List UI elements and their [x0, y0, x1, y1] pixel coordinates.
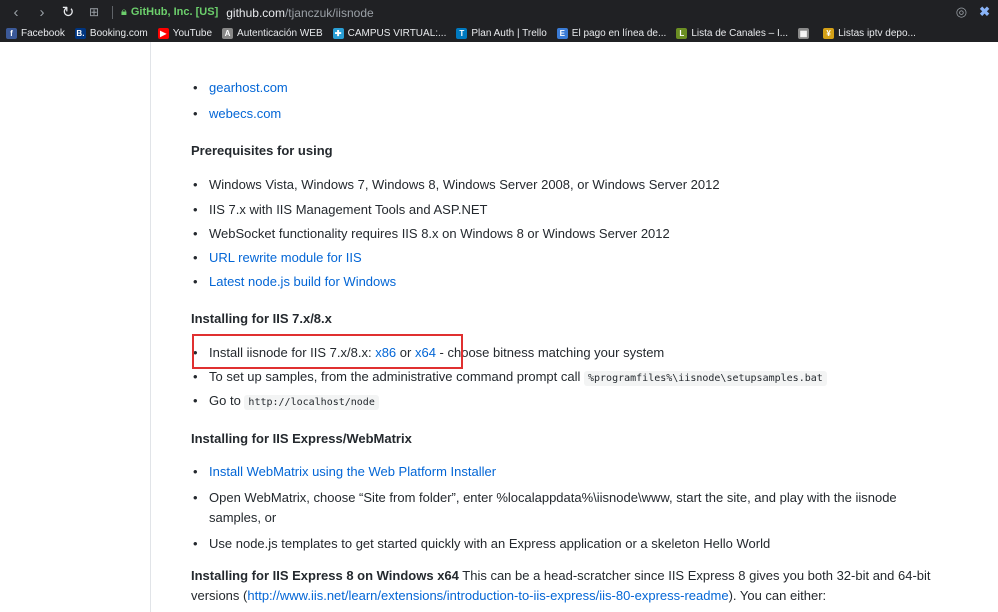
express-list-3: Use node.js templates to get started qui… — [187, 536, 770, 552]
url-path: /tjanczuk/iisnode — [284, 5, 374, 20]
host-link-gearhost[interactable]: gearhost.com — [209, 80, 288, 95]
booking-icon: B. — [74, 27, 86, 39]
express8-text2: ). You can either: — [728, 588, 827, 603]
bookmark-label: El pago en línea de... — [571, 27, 667, 39]
bookmark-item[interactable]: E El pago en línea de... — [556, 27, 667, 39]
prereq-list-4: URL rewrite module for IIS — [187, 250, 362, 266]
youtube-icon: ▶ — [157, 27, 169, 39]
bookmark-item[interactable]: B. Booking.com — [74, 27, 148, 39]
express8-bold: Installing for IIS Express 8 on Windows … — [191, 568, 459, 583]
bookmark-item[interactable]: L Lista de Canales – I... — [676, 27, 789, 39]
prereq-list-5: Latest node.js build for Windows — [187, 274, 396, 290]
back-icon[interactable]: ‹ — [6, 4, 26, 21]
setupsamples-code: %programfiles%\iisnode\setupsamples.bat — [583, 371, 827, 386]
bookmark-item[interactable]: ✚ CAMPUS VIRTUAL:... — [332, 27, 447, 39]
express8-paragraph: Installing for IIS Express 8 on Windows … — [191, 566, 971, 606]
webmatrix-text-line1: Open WebMatrix, choose “Site from folder… — [209, 490, 897, 505]
page-content: gearhost.com webecs.com Prerequisites fo… — [0, 42, 998, 612]
trello-icon: T — [456, 27, 468, 39]
nodejs-build-link[interactable]: Latest node.js build for Windows — [209, 274, 396, 289]
goto-text: Go to — [209, 393, 245, 408]
list-item: WebSocket functionality requires IIS 8.x… — [187, 226, 670, 242]
reload-icon[interactable]: ↻ — [58, 3, 78, 21]
express-list-2: Open WebMatrix, choose “Site from folder… — [187, 488, 897, 528]
prereq-list: Windows Vista, Windows 7, Windows 8, Win… — [187, 177, 720, 193]
iis-express-readme-link[interactable]: http://www.iis.net/learn/extensions/intr… — [247, 588, 728, 603]
folder-icon: ▦ — [798, 27, 810, 39]
list-item: IIS 7.x with IIS Management Tools and AS… — [187, 202, 487, 218]
install-suffix: - choose bitness matching your system — [435, 345, 665, 360]
bookmark-item[interactable]: T Plan Auth | Trello — [456, 27, 547, 39]
express-list: Install WebMatrix using the Web Platform… — [187, 464, 496, 480]
list-item: To set up samples, from the administrati… — [187, 369, 827, 387]
ev-certificate-label[interactable]: GitHub, Inc. [US] — [131, 6, 218, 18]
address-bar[interactable]: github.com/tjanczuk/iisnode — [226, 5, 373, 20]
forward-icon[interactable]: › — [32, 4, 52, 21]
list-item: URL rewrite module for IIS — [187, 250, 362, 266]
prereq-list-3: WebSocket functionality requires IIS 8.x… — [187, 226, 670, 242]
toolbar-divider — [112, 5, 113, 19]
hosts-list: gearhost.com — [187, 80, 288, 96]
list-item: webecs.com — [187, 106, 281, 122]
install-list-3: Go to http://localhost/node — [187, 393, 379, 411]
campus-icon: ✚ — [332, 27, 344, 39]
host-link-webecs[interactable]: webecs.com — [209, 106, 281, 121]
payment-icon: E — [556, 27, 568, 39]
heading-installing-iis: Installing for IIS 7.x/8.x — [191, 311, 332, 326]
bookmark-label: Plan Auth | Trello — [471, 27, 547, 39]
facebook-icon: f — [6, 27, 17, 39]
lock-icon[interactable]: 🔒︎ — [121, 6, 127, 19]
url-rewrite-link[interactable]: URL rewrite module for IIS — [209, 250, 362, 265]
hosts-list-2: webecs.com — [187, 106, 281, 122]
bookmark-item[interactable]: ¥ Listas iptv depo... — [823, 27, 916, 39]
heading-prerequisites: Prerequisites for using — [191, 143, 333, 158]
prereq-list-2: IIS 7.x with IIS Management Tools and AS… — [187, 202, 487, 218]
page-favicon-icon: A — [222, 27, 234, 39]
screenshot-icon[interactable]: ◎ — [956, 4, 967, 20]
extension-icon[interactable]: ✖ — [979, 4, 990, 20]
bookmark-label: Listas iptv depo... — [838, 27, 916, 39]
list-item: gearhost.com — [187, 80, 288, 96]
bookmark-label: CAMPUS VIRTUAL:... — [347, 27, 447, 39]
browser-toolbar: ‹ › ↻ ⊞ 🔒︎ GitHub, Inc. [US] github.com/… — [0, 0, 998, 24]
list-item: Install WebMatrix using the Web Platform… — [187, 464, 496, 480]
readme-article: gearhost.com webecs.com Prerequisites fo… — [150, 42, 998, 612]
browser-chrome: ‹ › ↻ ⊞ 🔒︎ GitHub, Inc. [US] github.com/… — [0, 0, 998, 42]
bookmark-label: YouTube — [172, 27, 213, 39]
list-item: Open WebMatrix, choose “Site from folder… — [187, 488, 897, 528]
bookmark-item[interactable]: A Autenticación WEB — [222, 27, 323, 39]
bookmark-label: Facebook — [21, 27, 65, 39]
list-item: Windows Vista, Windows 7, Windows 8, Win… — [187, 177, 720, 193]
samples-text: To set up samples, from the administrati… — [209, 369, 584, 384]
bookmark-label: Booking.com — [89, 27, 148, 39]
highlight-box — [192, 334, 463, 369]
toolbar-right: ◎ ✖ — [956, 4, 998, 20]
list-item: Use node.js templates to get started qui… — [187, 536, 770, 552]
channels-icon: L — [676, 27, 688, 39]
list-item: Latest node.js build for Windows — [187, 274, 396, 290]
list-item: Go to http://localhost/node — [187, 393, 379, 411]
bookmarks-bar: f Facebook B. Booking.com ▶ YouTube A Autent… — [0, 24, 998, 42]
bookmark-item[interactable]: ▦ — [798, 27, 813, 39]
install-webmatrix-link[interactable]: Install WebMatrix using the Web Platform… — [209, 464, 496, 479]
heading-iis-express: Installing for IIS Express/WebMatrix — [191, 431, 412, 446]
bookmark-item[interactable]: f Facebook — [6, 27, 65, 39]
bookmark-label: Lista de Canales – I... — [691, 27, 789, 39]
iptv-icon: ¥ — [823, 27, 835, 39]
bookmark-label: Autenticación WEB — [237, 27, 323, 39]
bookmark-item[interactable]: ▶ YouTube — [157, 27, 213, 39]
url-host: github.com — [226, 5, 285, 20]
localhost-code: http://localhost/node — [244, 395, 379, 410]
apps-grid-icon[interactable]: ⊞ — [84, 5, 104, 19]
webmatrix-text-line2: samples, or — [209, 510, 277, 525]
install-list-2: To set up samples, from the administrati… — [187, 369, 827, 387]
